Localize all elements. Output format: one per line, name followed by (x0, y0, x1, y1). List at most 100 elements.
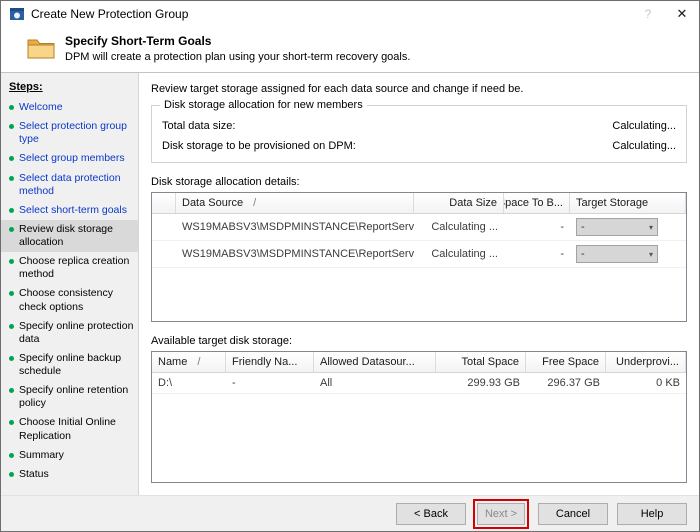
free-space-cell: 296.37 GB (547, 377, 600, 389)
sidebar-step[interactable]: Select data protection method (1, 169, 138, 201)
titlebar: Create New Protection Group ? ✕ (1, 1, 699, 27)
disk-allocation-groupbox: Disk storage allocation for new members … (151, 99, 687, 163)
step-bullet-icon (9, 388, 14, 394)
window-title: Create New Protection Group (31, 7, 189, 21)
step-label: Status (19, 467, 49, 480)
step-bullet-icon (9, 420, 14, 426)
allocation-details-label: Disk storage allocation details: (151, 176, 300, 188)
data-size-cell: Calculating ... (431, 221, 498, 233)
step-label: Select short-term goals (19, 203, 127, 216)
sort-indicator-icon: / (197, 356, 201, 368)
page-subtitle: DPM will create a protection plan using … (65, 51, 411, 63)
sidebar-step[interactable]: Specify online backup schedule (1, 349, 138, 381)
step-label: Specify online backup schedule (19, 351, 122, 377)
step-label: Specify online retention policy (19, 384, 129, 410)
steps-list: Welcome Select protection group type Selec… (1, 98, 138, 484)
step-bullet-icon (9, 207, 14, 213)
step-label: Welcome (19, 101, 63, 113)
provisioned-storage-value: Calculating... (612, 140, 676, 152)
help-icon[interactable]: ? (631, 1, 665, 27)
allocation-table-body: WS19MABSV3\MSDPMINSTANCE\ReportServe... C… (152, 214, 686, 268)
sidebar-step[interactable]: Choose Initial Online Replication (1, 413, 138, 445)
sidebar-step[interactable]: Select short-term goals (1, 201, 138, 220)
step-bullet-icon (9, 156, 14, 162)
step-bullet-icon (9, 226, 14, 232)
sidebar-step[interactable]: Review disk storage allocation (1, 219, 138, 253)
step-bullet-icon (9, 105, 14, 110)
target-storage-dropdown[interactable]: - ▾ (576, 218, 658, 236)
back-button[interactable]: < Back (396, 502, 466, 525)
step-label: Review disk storage allocation (19, 222, 113, 248)
available-storage-row[interactable]: D:\ - All 299.93 GB 296.37 GB 0 KB (152, 373, 686, 394)
footer-bar: < Back Next > Cancel Help (1, 495, 699, 531)
column-header-data-size[interactable]: Data Size (414, 193, 504, 213)
step-bullet-icon (9, 471, 14, 477)
total-data-size-value: Calculating... (612, 120, 676, 132)
column-header-name[interactable]: Name / (152, 352, 226, 372)
next-button[interactable]: Next > (477, 502, 525, 525)
step-bullet-icon (9, 452, 14, 458)
data-source-cell: WS19MABSV3\MSDPMINSTANCE\ReportServe... (182, 248, 414, 260)
sidebar-step[interactable]: Choose consistency check options (1, 284, 138, 316)
chevron-down-icon: ▾ (648, 249, 653, 259)
folder-icon (27, 36, 55, 65)
available-table-body: D:\ - All 299.93 GB 296.37 GB 0 KB (152, 373, 686, 394)
sidebar-step[interactable]: Specify online protection data (1, 317, 138, 349)
column-header-blank[interactable] (152, 193, 176, 213)
allocation-table-header: Data Source / Data Size Space To B... Ta… (152, 193, 686, 214)
sidebar-step[interactable]: Select protection group type (1, 117, 138, 149)
step-label: Choose Initial Online Replication (19, 416, 116, 442)
create-new-protection-group-window: Create New Protection Group ? ✕ Specify … (0, 0, 700, 532)
sidebar-step[interactable]: Choose replica creation method (1, 252, 138, 284)
space-to-be-cell: - (560, 221, 564, 233)
column-header-data-source[interactable]: Data Source / (176, 193, 414, 213)
allocation-row[interactable]: WS19MABSV3\MSDPMINSTANCE\ReportServe... C… (152, 214, 686, 241)
step-label: Select data protection method (19, 171, 121, 197)
provisioned-storage-label: Disk storage to be provisioned on DPM: (162, 140, 356, 152)
available-storage-label: Available target disk storage: (151, 335, 293, 347)
sort-indicator-icon: / (253, 197, 257, 209)
chevron-down-icon: ▾ (648, 222, 653, 232)
step-label: Choose consistency check options (19, 287, 113, 313)
close-icon[interactable]: ✕ (665, 1, 699, 27)
step-label: Choose replica creation method (19, 255, 130, 281)
step-bullet-icon (9, 323, 14, 329)
instruction-text: Review target storage assigned for each … (151, 83, 524, 95)
step-bullet-icon (9, 355, 14, 361)
step-label: Specify online protection data (19, 319, 134, 345)
page-title: Specify Short-Term Goals (65, 34, 212, 48)
cancel-button[interactable]: Cancel (538, 502, 608, 525)
sidebar-step[interactable]: Specify online retention policy (1, 381, 138, 413)
step-bullet-icon (9, 124, 14, 130)
steps-sidebar: Steps: Welcome Select protection group ty… (1, 73, 139, 495)
column-header-total-space[interactable]: Total Space (436, 352, 526, 372)
step-bullet-icon (9, 259, 14, 265)
sidebar-step[interactable]: Summary (1, 446, 138, 465)
target-storage-dropdown[interactable]: - ▾ (576, 245, 658, 263)
space-to-be-cell: - (560, 248, 564, 260)
allocation-row[interactable]: WS19MABSV3\MSDPMINSTANCE\ReportServe... C… (152, 241, 686, 268)
friendly-name-cell: - (232, 377, 236, 389)
step-label: Select protection group type (19, 120, 127, 146)
sidebar-step[interactable]: Select group members (1, 149, 138, 168)
column-header-target-storage[interactable]: Target Storage (570, 193, 686, 213)
available-storage-table-header: Name / Friendly Na... Allowed Datasour..… (152, 352, 686, 373)
step-bullet-icon (9, 175, 14, 181)
help-button[interactable]: Help (617, 502, 687, 525)
groupbox-legend: Disk storage allocation for new members (160, 99, 367, 111)
name-cell: D:\ (158, 377, 173, 389)
allowed-datasources-cell: All (320, 377, 333, 389)
app-icon (9, 6, 25, 22)
column-header-free-space[interactable]: Free Space (526, 352, 606, 372)
step-label: Summary (19, 448, 64, 461)
column-header-allowed-datasources[interactable]: Allowed Datasour... (314, 352, 436, 372)
available-storage-table: Name / Friendly Na... Allowed Datasour..… (151, 351, 687, 483)
sidebar-step[interactable]: Status (1, 465, 138, 484)
wizard-header: Specify Short-Term Goals DPM will create… (1, 27, 699, 73)
column-header-underprovisioned[interactable]: Underprovi... (606, 352, 686, 372)
main-content: Review target storage assigned for each … (139, 73, 699, 495)
total-data-size-label: Total data size: (162, 120, 236, 132)
sidebar-step[interactable]: Welcome (1, 98, 138, 117)
column-header-friendly-name[interactable]: Friendly Na... (226, 352, 314, 372)
column-header-space-to-be[interactable]: Space To B... (504, 193, 570, 213)
